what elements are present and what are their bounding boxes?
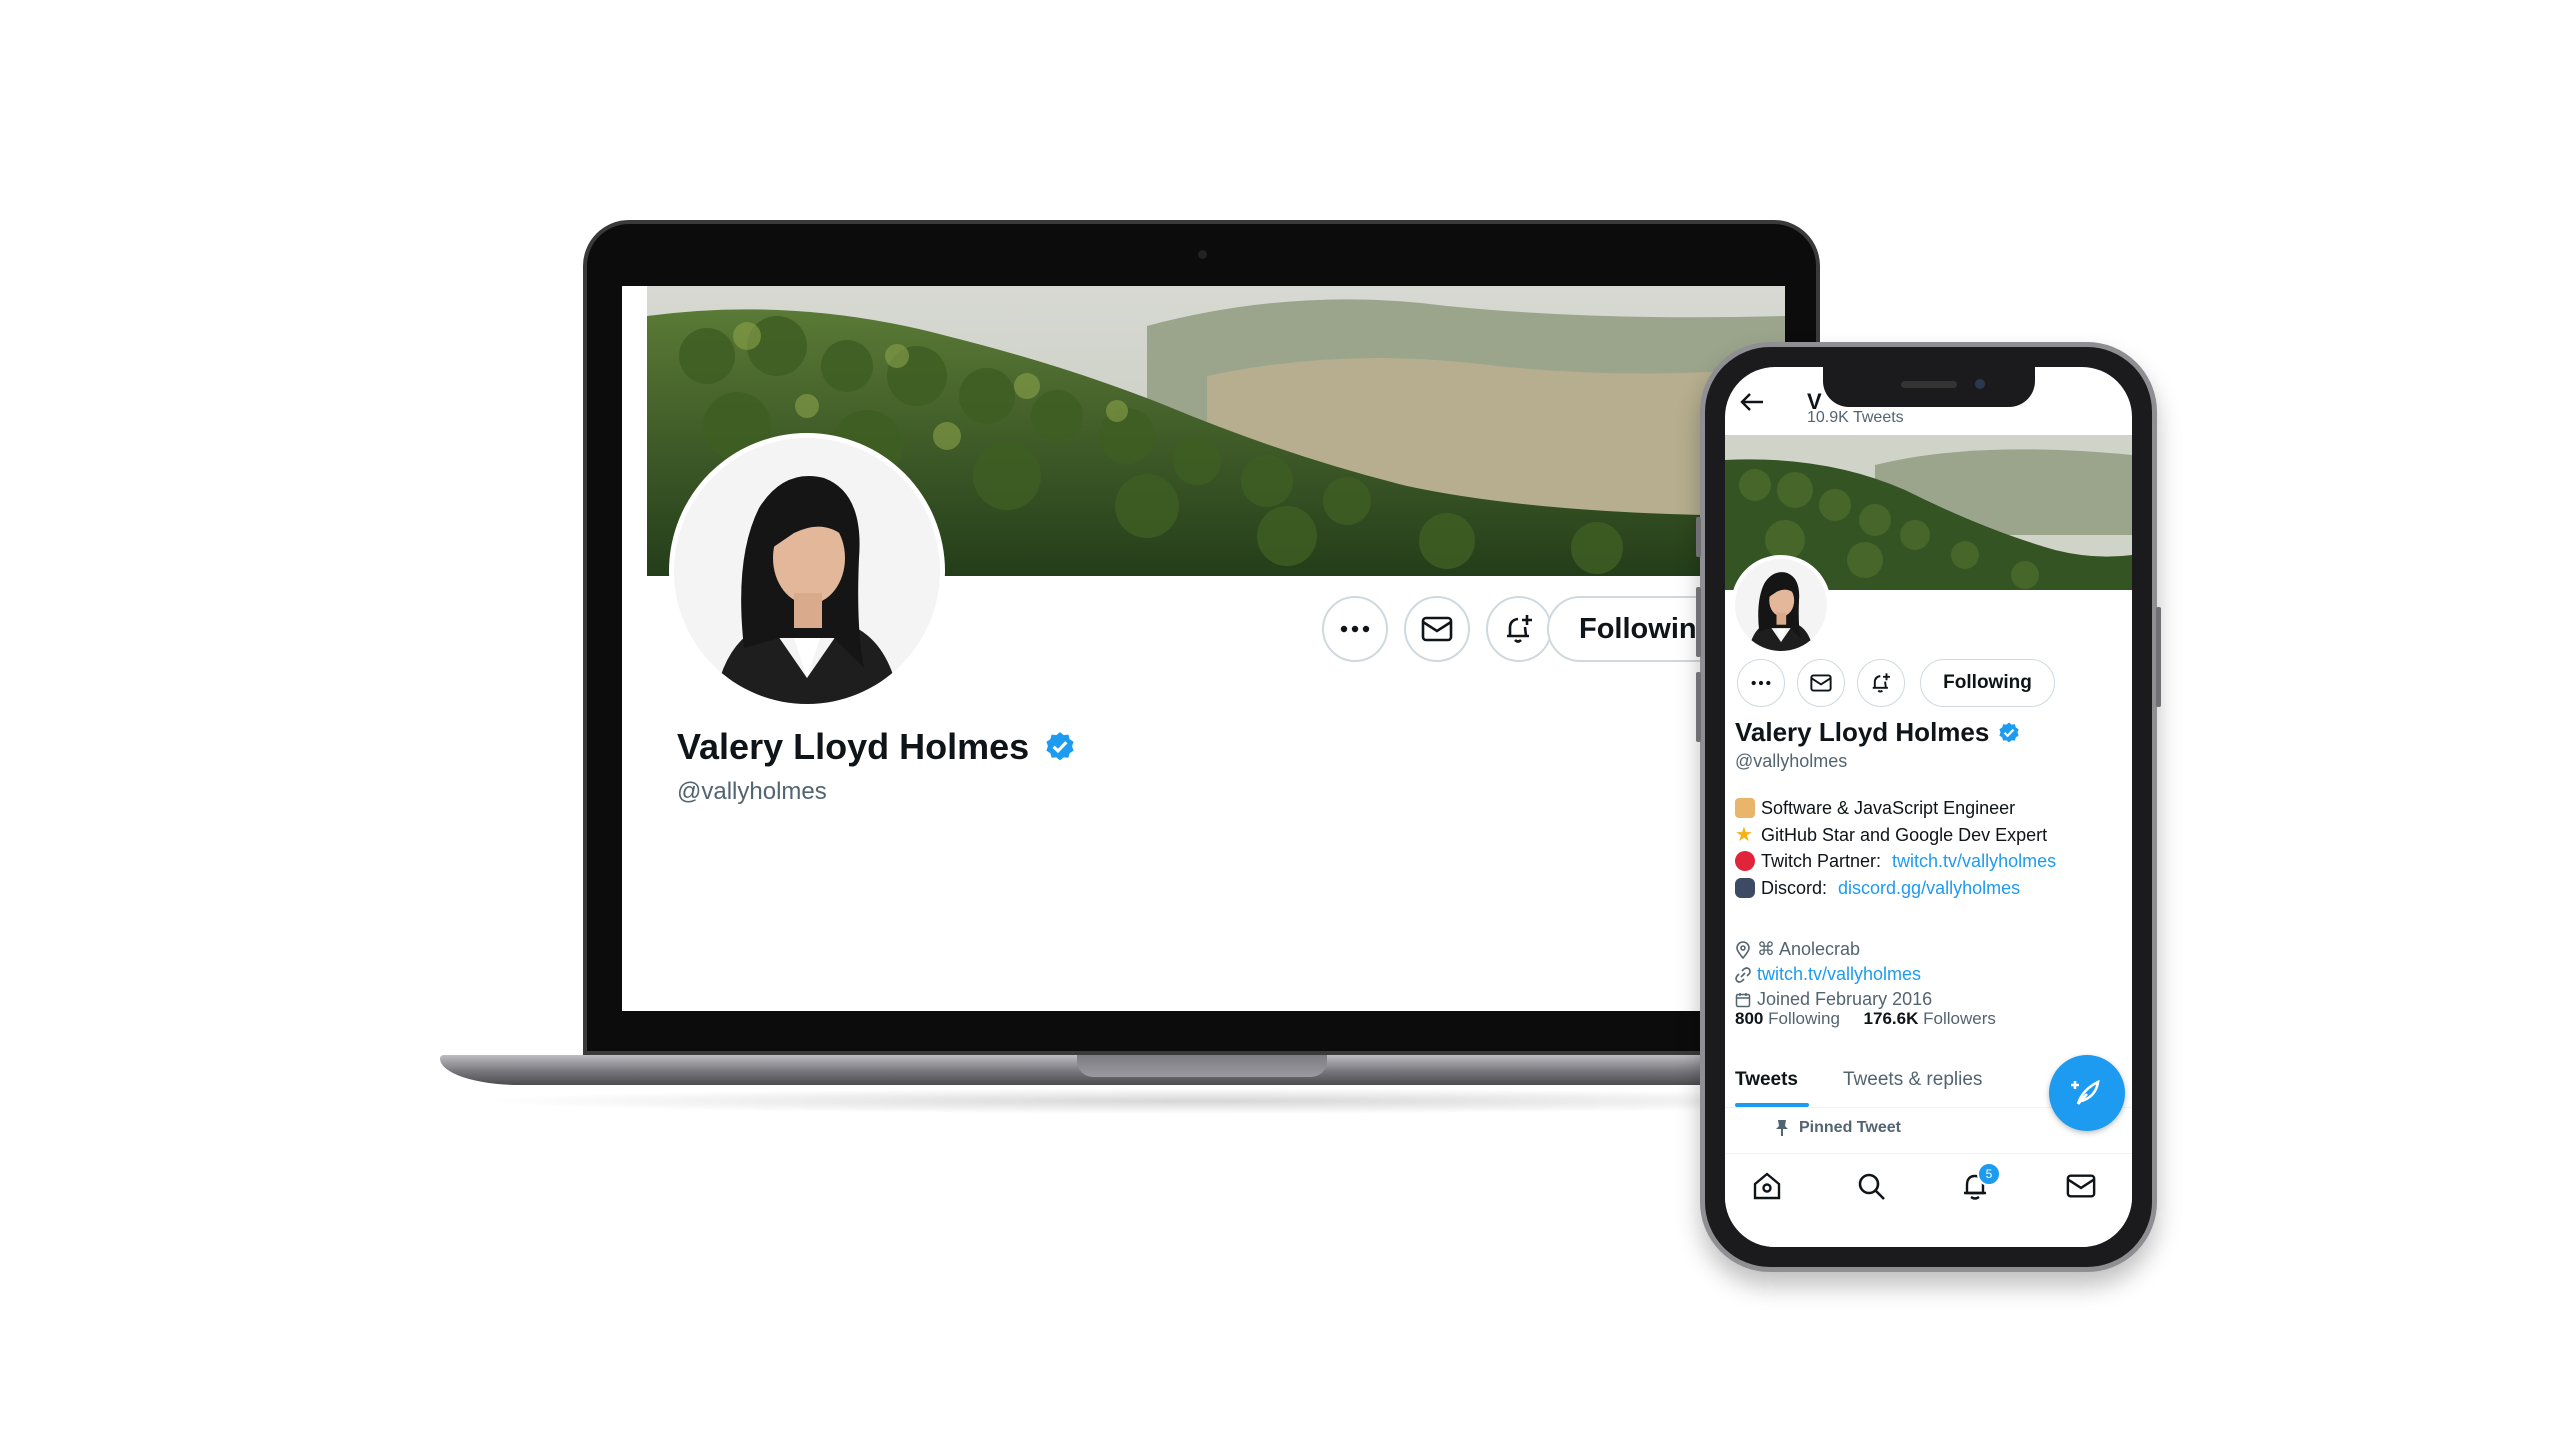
link-icon: [1735, 966, 1751, 983]
notify-button[interactable]: [1486, 596, 1552, 662]
bell-plus-icon: [1507, 615, 1532, 643]
followers-stat[interactable]: 176.6K Followers: [1864, 1009, 1996, 1028]
back-button[interactable]: [1739, 391, 1765, 418]
profile-handle: @vallyholmes: [1735, 751, 1848, 771]
phone-frame: V 10.9K Tweets Following Valery Lloyd Ho…: [1696, 342, 2161, 1272]
message-button[interactable]: [1404, 596, 1470, 662]
home-icon: [1753, 1172, 1781, 1200]
bottom-nav-bar: 5: [1725, 1153, 2132, 1247]
nav-home[interactable]: [1749, 1168, 1785, 1204]
device-mockup-stage: Following Valery Lloyd Holmes @vallyholm…: [0, 0, 2560, 1440]
laptop-trackpad-notch: [1077, 1055, 1327, 1077]
mail-icon: [1421, 616, 1453, 642]
bio-line: Twitch Partner: twitch.tv/vallyholmes: [1735, 848, 2056, 875]
nav-messages[interactable]: [2063, 1168, 2099, 1204]
technologist-emoji-icon: [1735, 798, 1755, 819]
bell-plus-icon: [1872, 673, 1890, 693]
following-stat[interactable]: 800 Following: [1735, 1009, 1840, 1028]
pin-icon: [1776, 1120, 1788, 1136]
bio-line: Software & JavaScript Engineer: [1735, 795, 2056, 822]
compose-tweet-button[interactable]: [2049, 1055, 2125, 1131]
laptop-lid: Following Valery Lloyd Holmes @vallyholm…: [583, 220, 1820, 1055]
phone-power-button: [2156, 607, 2161, 707]
profile-name: Valery Lloyd Holmes: [677, 726, 1077, 768]
profile-name-text: Valery Lloyd Holmes: [1735, 717, 1990, 747]
phone-notch: [1823, 367, 2035, 407]
notify-button[interactable]: [1857, 659, 1905, 707]
twitch-link[interactable]: twitch.tv/vallyholmes: [1892, 848, 2056, 875]
bio-line: Discord: discord.gg/vallyholmes: [1735, 875, 2056, 902]
phone-screen: V 10.9K Tweets Following Valery Lloyd Ho…: [1725, 367, 2132, 1247]
phone-volume-up: [1696, 587, 1701, 657]
profile-meta: ⌘ Anolecrab twitch.tv/vallyholmes Joined…: [1735, 937, 1932, 1012]
profile-bio: Software & JavaScript Engineer ★ GitHub …: [1735, 795, 2056, 901]
pinned-tweet-header: Pinned Tweet: [1775, 1119, 1901, 1137]
avatar[interactable]: [1735, 559, 1827, 651]
phone-mute-switch: [1696, 517, 1701, 557]
speaking-head-emoji-icon: [1735, 877, 1755, 898]
back-arrow-icon: [1740, 393, 1763, 411]
profile-stats: 800 Following 176.6K Followers: [1735, 1009, 1996, 1029]
profile-name-text: Valery Lloyd Holmes: [677, 726, 1030, 767]
profile-handle: @vallyholmes: [677, 778, 827, 805]
discord-link[interactable]: discord.gg/vallyholmes: [1838, 875, 2020, 902]
nav-search[interactable]: [1853, 1168, 1889, 1204]
following-button[interactable]: Following: [1920, 659, 2055, 707]
compose-feather-icon: [2071, 1079, 2100, 1105]
website-link[interactable]: twitch.tv/vallyholmes: [1757, 962, 1921, 987]
profile-name: Valery Lloyd Holmes: [1735, 717, 2021, 748]
search-icon: [1858, 1173, 1885, 1200]
star-emoji-icon: ★: [1735, 823, 1753, 846]
mail-icon: [2066, 1174, 2096, 1198]
website-row: twitch.tv/vallyholmes: [1735, 962, 1932, 987]
location-row: ⌘ Anolecrab: [1735, 937, 1932, 962]
verified-badge-icon: [1999, 722, 2019, 742]
avatar[interactable]: [674, 438, 940, 704]
mail-icon: [1810, 674, 1832, 692]
red-circle-emoji-icon: [1735, 851, 1755, 872]
laptop-camera: [1197, 250, 1207, 259]
message-button[interactable]: [1797, 659, 1845, 707]
verified-badge-icon: [1046, 732, 1074, 761]
more-dots-icon: [1340, 625, 1370, 633]
bio-line: ★ GitHub Star and Google Dev Expert: [1735, 822, 2056, 849]
header-tweet-count: 10.9K Tweets: [1807, 409, 1904, 426]
notifications-badge: 5: [1977, 1162, 2001, 1186]
more-dots-icon: [1751, 680, 1771, 686]
calendar-icon: [1735, 992, 1751, 1007]
nav-notifications[interactable]: 5: [1957, 1162, 2001, 1204]
more-button[interactable]: [1737, 659, 1785, 707]
location-pin-icon: [1736, 940, 1750, 959]
laptop-screen: Following Valery Lloyd Holmes @vallyholm…: [622, 286, 1785, 1011]
more-button[interactable]: [1322, 596, 1388, 662]
tab-tweets-replies[interactable]: Tweets & replies: [1843, 1069, 1982, 1091]
phone-volume-down: [1696, 672, 1701, 742]
tab-tweets[interactable]: Tweets: [1735, 1069, 1798, 1091]
